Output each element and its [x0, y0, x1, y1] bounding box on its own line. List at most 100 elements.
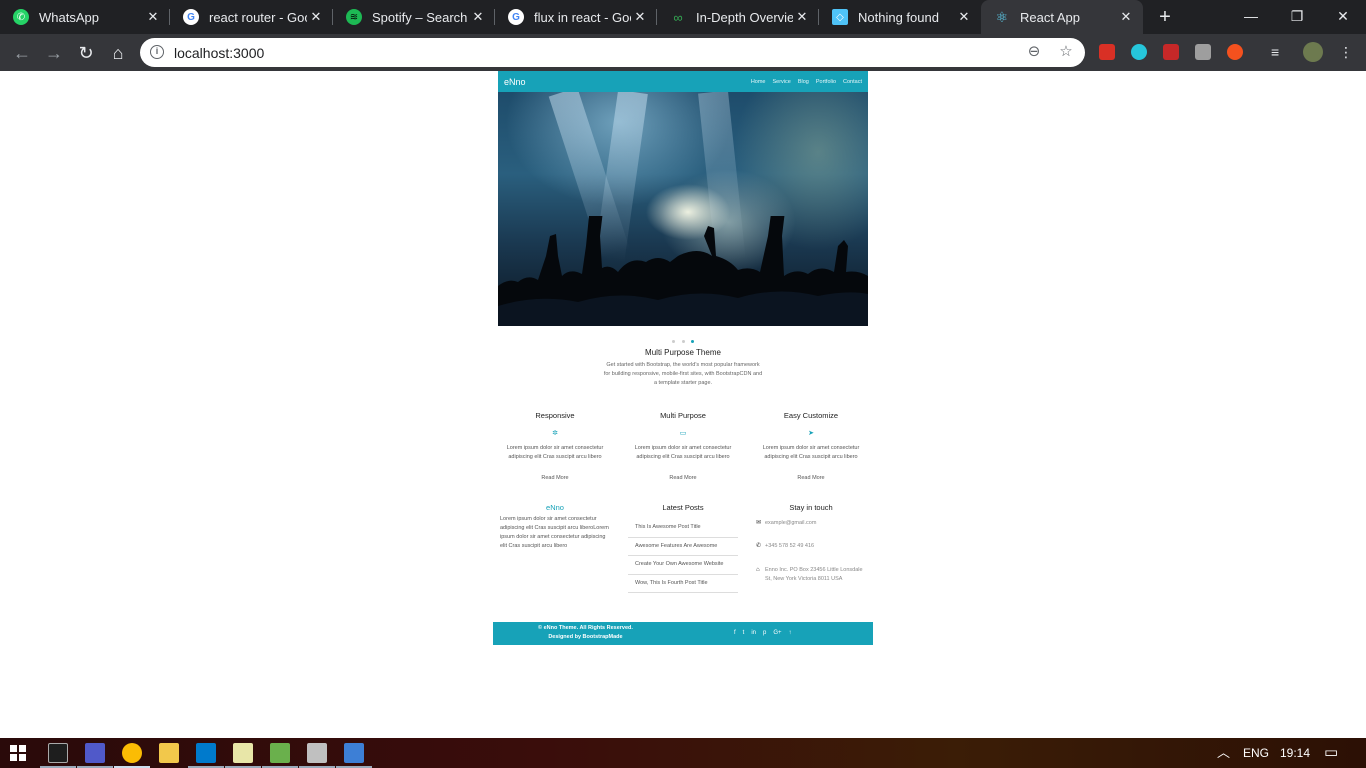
- notepad-icon[interactable]: [233, 743, 253, 763]
- app-icon[interactable]: [270, 743, 290, 763]
- media-queue-icon[interactable]: ≡: [1271, 44, 1287, 60]
- teams-icon[interactable]: [85, 743, 105, 763]
- photos-icon[interactable]: [344, 743, 364, 763]
- pinterest-icon[interactable]: p: [763, 630, 766, 637]
- terminal-icon[interactable]: [48, 743, 68, 763]
- file-explorer-icon[interactable]: [159, 743, 179, 763]
- menu-item-blog[interactable]: Blog: [798, 79, 809, 85]
- read-more-link[interactable]: Read More: [628, 475, 738, 481]
- tab-title: React App: [1020, 9, 1080, 25]
- extension-icon[interactable]: [1131, 44, 1147, 60]
- post-link[interactable]: Create Your Own Awesome Website: [628, 556, 738, 575]
- menu-item-home[interactable]: Home: [751, 79, 766, 85]
- gear-icon: ✲: [552, 430, 558, 437]
- copyright: © eNno Theme. All Rights Reserved. Desig…: [538, 624, 633, 642]
- site-info-icon[interactable]: i: [150, 45, 164, 59]
- google-icon: G: [508, 9, 524, 25]
- page-viewport: eNno Home Service Blog Portfolio Contact: [0, 71, 1366, 738]
- close-icon[interactable]: ✕: [144, 9, 162, 25]
- facebook-icon[interactable]: f: [734, 630, 736, 637]
- carousel-dot[interactable]: [681, 340, 685, 343]
- tab-spotify[interactable]: ≋ Spotify – Search ✕: [333, 0, 495, 34]
- copyright-text: © eNno Theme. All Rights Reserved.: [538, 625, 633, 631]
- avatar[interactable]: [1303, 42, 1323, 62]
- minimize-button[interactable]: —: [1228, 0, 1274, 34]
- feature-text: Lorem ipsum dolor sir amet consectetur a…: [634, 445, 732, 460]
- scroll-top-icon[interactable]: ↑: [789, 630, 792, 637]
- tab-flux[interactable]: G flux in react - Goo ✕: [495, 0, 657, 34]
- close-icon[interactable]: ✕: [1117, 9, 1135, 25]
- email-text: example@gmail.com: [765, 520, 817, 526]
- window-close-button[interactable]: ✕: [1320, 0, 1366, 34]
- home-icon: ⌂: [756, 567, 760, 573]
- contact-email[interactable]: ✉ example@gmail.com: [756, 519, 866, 528]
- new-tab-button[interactable]: +: [1155, 6, 1175, 28]
- link-icon: ∞: [673, 9, 683, 25]
- menu-item-contact[interactable]: Contact: [843, 79, 862, 85]
- feature-card: Multi Purpose ▭ Lorem ipsum dolor sir am…: [628, 411, 738, 481]
- post-link[interactable]: Wow, This Is Fourth Post Title: [628, 575, 738, 593]
- address-bar[interactable]: i localhost:3000 ⊖ ☆: [140, 38, 1085, 67]
- restore-button[interactable]: ❐: [1274, 0, 1320, 34]
- clock[interactable]: 19:14: [1280, 738, 1310, 768]
- paint-icon[interactable]: [307, 743, 327, 763]
- footer-latest-posts: Latest Posts This Is Awesome Post Title …: [628, 503, 738, 593]
- tab-nothing-found[interactable]: ◇ Nothing found ✕: [819, 0, 981, 34]
- linkedin-icon[interactable]: in: [751, 630, 756, 637]
- site-navbar: eNno Home Service Blog Portfolio Contact: [498, 71, 868, 92]
- contact-phone[interactable]: ✆ +345 578 52 49 416: [756, 542, 866, 551]
- tab-react-app[interactable]: ⚛ React App ✕: [981, 0, 1143, 34]
- carousel-dot-active[interactable]: [690, 340, 694, 343]
- close-icon[interactable]: ✕: [469, 9, 487, 25]
- tab-whatsapp[interactable]: ✆ WhatsApp ✕: [0, 0, 170, 34]
- close-icon[interactable]: ✕: [307, 9, 325, 25]
- menu-item-service[interactable]: Service: [772, 79, 790, 85]
- whatsapp-icon: ✆: [13, 9, 29, 25]
- crowd-silhouette: [498, 216, 868, 326]
- forward-button[interactable]: →: [42, 41, 66, 65]
- carousel-dot[interactable]: [672, 340, 676, 343]
- extension-icon[interactable]: [1099, 44, 1115, 60]
- read-more-link[interactable]: Read More: [500, 475, 610, 481]
- bookmark-star-icon[interactable]: ☆: [1057, 43, 1075, 61]
- extension-icon[interactable]: [1227, 44, 1243, 60]
- google-plus-icon[interactable]: G+: [773, 630, 781, 637]
- notification-icon[interactable]: ▭: [1324, 738, 1338, 768]
- read-more-link[interactable]: Read More: [756, 475, 866, 481]
- designer-credit[interactable]: Designed by BootstrapMade: [538, 633, 633, 642]
- tab-in-depth-overview[interactable]: ∞ In-Depth Overview ✕: [657, 0, 819, 34]
- features-section: Responsive ✲ Lorem ipsum dolor sir amet …: [498, 411, 868, 481]
- close-icon[interactable]: ✕: [793, 9, 811, 25]
- post-link[interactable]: This Is Awesome Post Title: [628, 519, 738, 538]
- browser-tab-strip: ✆ WhatsApp ✕ G react router - Goo ✕ ≋ Sp…: [0, 0, 1366, 34]
- twitter-icon[interactable]: t: [743, 630, 745, 637]
- post-link[interactable]: Awesome Features Are Awesome: [628, 538, 738, 556]
- feature-text: Lorem ipsum dolor sir amet consectetur a…: [762, 445, 860, 460]
- reload-button[interactable]: ↻: [74, 41, 98, 65]
- chrome-icon[interactable]: [122, 743, 142, 763]
- phone-icon: ✆: [756, 543, 762, 549]
- home-button[interactable]: ⌂: [106, 41, 130, 65]
- back-button[interactable]: ←: [10, 41, 34, 65]
- contact-address: ⌂ Enno Inc. PO Box 23456 Little Lonsdale…: [756, 566, 866, 584]
- zoom-icon[interactable]: ⊖: [1025, 43, 1043, 61]
- tab-react-router[interactable]: G react router - Goo ✕: [170, 0, 333, 34]
- close-icon[interactable]: ✕: [631, 9, 649, 25]
- menu-icon[interactable]: ⋮: [1338, 44, 1354, 60]
- menu-item-portfolio[interactable]: Portfolio: [816, 79, 836, 85]
- site-brand[interactable]: eNno: [504, 77, 526, 87]
- feature-title: Multi Purpose: [660, 411, 706, 420]
- tab-title: Spotify – Search: [372, 9, 468, 25]
- windows-taskbar: ︿ ENG 19:14 ▭: [0, 738, 1366, 768]
- url-text[interactable]: localhost:3000: [174, 45, 264, 61]
- windows-start-icon[interactable]: [10, 745, 26, 761]
- language-indicator[interactable]: ENG: [1243, 738, 1269, 768]
- close-icon[interactable]: ✕: [955, 9, 973, 25]
- chevron-up-icon[interactable]: ︿: [1217, 738, 1230, 768]
- extension-icon[interactable]: [1195, 44, 1211, 60]
- diamond-icon: ◇: [832, 9, 848, 25]
- tab-title: flux in react - Goo: [534, 9, 631, 25]
- shield-icon[interactable]: [1163, 44, 1179, 60]
- vscode-icon[interactable]: [196, 743, 216, 763]
- footer-columns: eNno Lorem ipsum dolor sir amet consecte…: [498, 503, 868, 593]
